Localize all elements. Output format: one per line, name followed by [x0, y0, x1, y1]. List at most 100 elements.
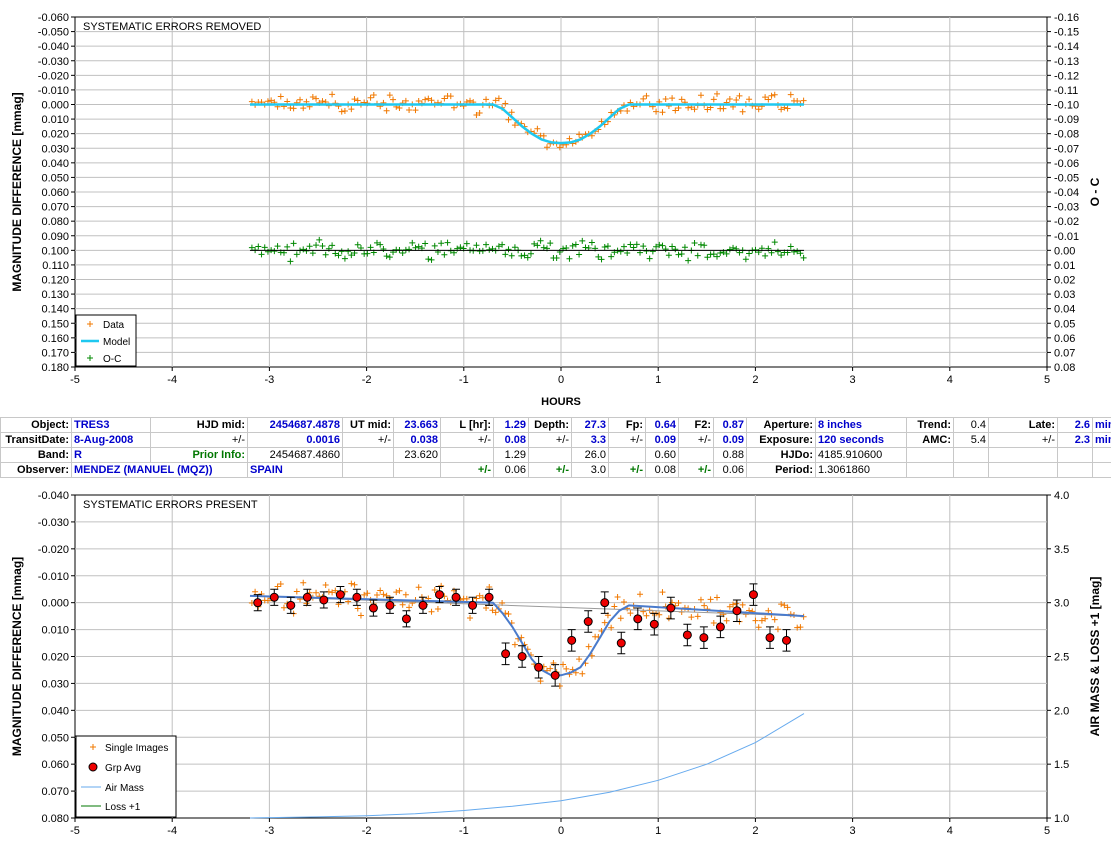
info-cell: 1.29	[493, 447, 529, 463]
y-tick-label: 0.060	[41, 187, 69, 199]
info-cell	[528, 447, 572, 463]
x-tick-label: -5	[70, 825, 80, 837]
info-cell: 2454687.4878	[247, 417, 343, 433]
grp-avg-point	[649, 619, 659, 629]
info-cell: Band:	[0, 447, 72, 463]
x-tick-label: 0	[558, 374, 564, 386]
info-cell: Observer:	[0, 462, 72, 478]
info-row: TransitDate: 8-Aug-2008 +/- 0.0016 +/- 0.038 +…	[0, 432, 1111, 448]
grp-avg-point	[765, 633, 775, 643]
x-tick-label: 2	[752, 825, 758, 837]
info-cell: 120 seconds	[815, 432, 907, 448]
y-tick-label: 0.070	[41, 786, 69, 798]
info-grid: Object: TRES3 HJD mid: 2454687.4878 UT mid: 2…	[0, 417, 1111, 478]
info-row: Band: R Prior Info: 2454687.4860 23.620 1.29 2…	[0, 447, 1111, 463]
grp-avg-point	[715, 622, 725, 632]
grp-avg-point	[253, 598, 263, 608]
x-axis-title: HOURS	[541, 396, 581, 408]
info-cell: 1.3061860	[815, 462, 907, 478]
info-cell: 2.6	[1057, 417, 1093, 433]
legend-model-label: Model	[103, 337, 130, 348]
info-cell: Period:	[746, 462, 816, 478]
grp-avg-point	[682, 630, 692, 640]
info-cell: Aperture:	[746, 417, 816, 433]
x-tick-label: 3	[850, 374, 856, 386]
y2-tick-label: -0.10	[1054, 100, 1079, 112]
info-cell: 8-Aug-2008	[71, 432, 151, 448]
y2-tick-label: -0.09	[1054, 114, 1079, 126]
info-cell: R	[71, 447, 151, 463]
info-cell: TransitDate:	[0, 432, 72, 448]
info-cell	[988, 462, 1058, 478]
y2-tick-label: 2.5	[1054, 652, 1069, 664]
x-tick-label: 1	[655, 374, 661, 386]
info-cell: MENDEZ (MANUEL (MQZ))	[71, 462, 248, 478]
info-cell	[608, 447, 646, 463]
info-cell	[1092, 447, 1111, 463]
x-tick-label: -4	[167, 825, 177, 837]
chart-title: SYSTEMATIC ERRORS PRESENT	[83, 499, 258, 511]
info-cell	[393, 462, 441, 478]
info-cell	[440, 447, 494, 463]
y-tick-label: -0.060	[38, 12, 69, 24]
legend-single-label: Single Images	[105, 743, 168, 754]
x-tick-label: 1	[655, 825, 661, 837]
grp-avg-point	[583, 617, 593, 627]
y2-tick-label: 0.02	[1054, 275, 1075, 287]
y2-tick-label: 0.05	[1054, 318, 1075, 330]
grp-avg-point	[517, 652, 527, 661]
info-cell: 4185.910600	[815, 447, 907, 463]
info-cell	[953, 462, 989, 478]
info-cell: 2454687.4860	[247, 447, 343, 463]
info-cell: 0.08	[493, 432, 529, 448]
info-cell: 3.3	[571, 432, 609, 448]
grp-avg-point	[302, 592, 312, 602]
y-tick-label: 0.090	[41, 231, 69, 243]
y-tick-label: 0.080	[41, 813, 69, 825]
y-tick-label: 0.010	[41, 625, 69, 637]
info-cell: Object:	[0, 417, 72, 433]
grp-avg-point	[732, 606, 742, 616]
y2-axis-title: AIR MASS & LOSS +1 [mag]	[1088, 577, 1102, 737]
grp-avg-point	[335, 590, 345, 600]
legend: Data Model O-C	[75, 314, 137, 367]
info-cell: 0.08	[645, 462, 679, 478]
y2-tick-label: -0.08	[1054, 129, 1079, 141]
y-axis-title: MAGNITUDE DIFFERENCE [mmag]	[10, 557, 24, 756]
y2-tick-label: 0.00	[1054, 245, 1075, 257]
info-cell	[906, 462, 954, 478]
info-cell: 23.620	[393, 447, 441, 463]
info-cell	[342, 462, 394, 478]
y2-tick-label: 0.08	[1054, 362, 1075, 374]
y2-tick-label: 0.03	[1054, 289, 1075, 301]
y2-tick-label: 0.04	[1054, 304, 1075, 316]
grp-avg-point	[401, 614, 411, 624]
grp-avg-point	[550, 670, 560, 680]
y-tick-label: -0.040	[38, 490, 69, 502]
info-cell: TRES3	[71, 417, 151, 433]
grp-avg-point	[368, 603, 378, 613]
y-tick-label: 0.000	[41, 100, 69, 112]
x-tick-label: 5	[1044, 825, 1050, 837]
y2-tick-label: 0.07	[1054, 347, 1075, 359]
y2-tick-label: -0.14	[1054, 41, 1079, 53]
y-tick-label: 0.010	[41, 114, 69, 126]
y-tick-label: -0.030	[38, 517, 69, 529]
info-cell: +/-	[608, 462, 646, 478]
info-cell: +/-	[988, 432, 1058, 448]
info-cell	[906, 447, 954, 463]
y2-tick-label: 0.01	[1054, 260, 1075, 272]
info-row: Object: TRES3 HJD mid: 2454687.4878 UT mid: 2…	[0, 417, 1111, 433]
info-cell: +/-	[440, 462, 494, 478]
y-tick-label: 0.160	[41, 333, 69, 345]
x-tick-label: -2	[362, 825, 372, 837]
grp-avg-point	[616, 638, 626, 648]
chart-systematic-present: -5 -4 -3 -2 -1 0 1 2 3 4 5 -0.040 -0.030 -0.020 -0.010…	[10, 490, 1102, 837]
x-tick-label: 0	[558, 825, 564, 837]
y-tick-label: 0.030	[41, 678, 69, 690]
info-cell	[342, 447, 394, 463]
y-tick-label: -0.040	[38, 41, 69, 53]
grp-avg-point	[352, 592, 362, 602]
grp-avg-point	[269, 592, 279, 602]
grp-avg-point	[748, 590, 758, 600]
